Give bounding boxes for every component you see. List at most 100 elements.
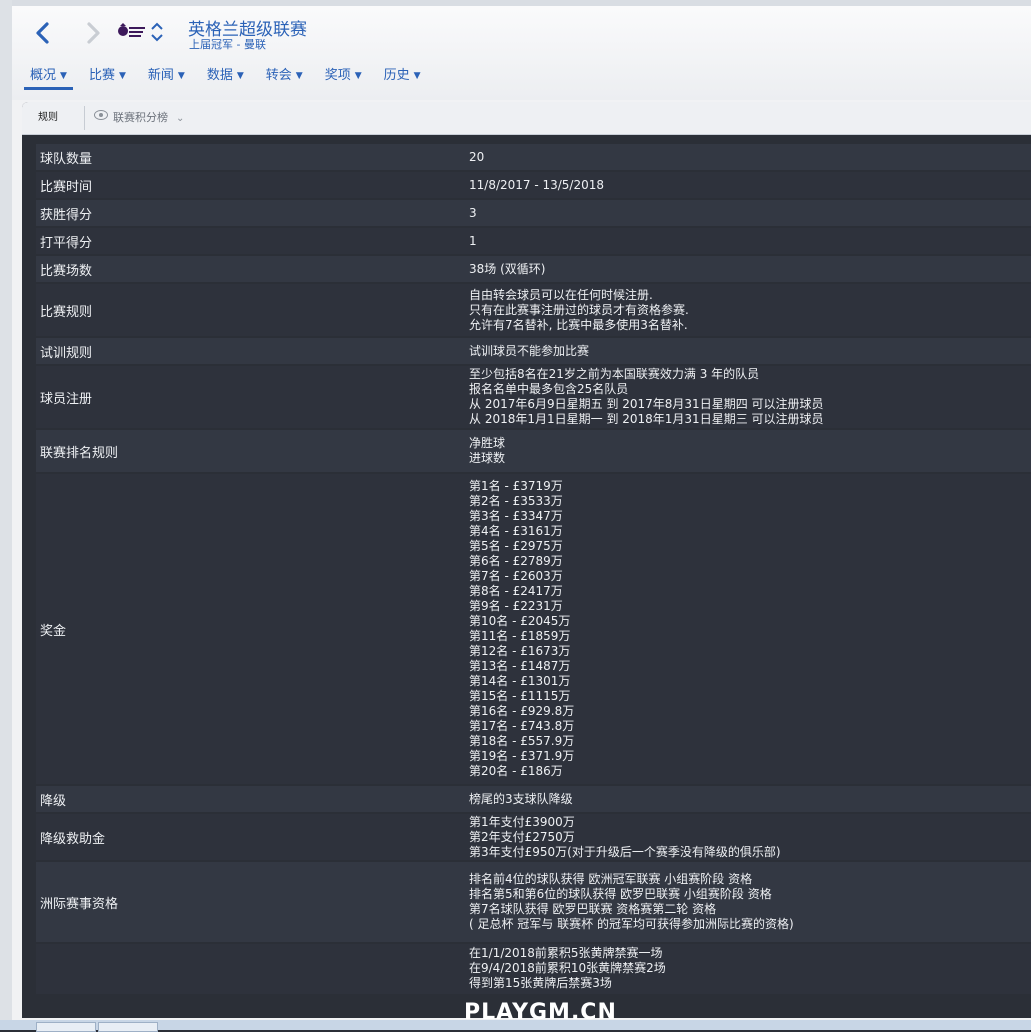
- tab-awards[interactable]: 奖项 ▼: [319, 66, 368, 90]
- rule-value: 至少包括8名在21岁之前为本国联赛效力满 3 年的队员 报名名单中最多包含25名队…: [465, 365, 1031, 429]
- rule-label: 球员注册: [40, 391, 93, 407]
- rule-row: 在1/1/2018前累积5张黄牌禁赛一场 在9/4/2018前累积10张黄牌禁赛2…: [36, 944, 1031, 994]
- rule-label: 洲际赛事资格: [40, 896, 119, 912]
- rule-label: 降级: [40, 793, 67, 809]
- rule-row: 球队数量 20: [36, 144, 1031, 170]
- rule-value-line: 第15名 - £1115万: [469, 689, 571, 703]
- taskbar-item[interactable]: [98, 1022, 158, 1032]
- rule-value-line: 第9名 - £2231万: [469, 599, 563, 613]
- chevron-down-icon: ▼: [413, 71, 421, 81]
- eye-icon: [94, 110, 108, 120]
- tab-bar: 概况 ▼ 比赛 ▼ 新闻 ▼ 数据 ▼ 转会 ▼ 奖项 ▼ 历史 ▼: [24, 66, 437, 92]
- rule-value: 38场 (双循环): [465, 260, 1031, 279]
- tab-matches[interactable]: 比赛 ▼: [83, 66, 132, 90]
- rule-value-line: 第12名 - £1673万: [469, 644, 571, 658]
- rule-value-line: 第8名 - £2417万: [469, 584, 563, 598]
- rule-value-line: 第16名 - £929.8万: [469, 704, 575, 718]
- forward-button[interactable]: [80, 18, 106, 48]
- rule-row: 联赛排名规则 净胜球 进球数: [36, 430, 1031, 472]
- rule-label: 奖金: [40, 623, 67, 639]
- rule-value-line: 3: [469, 205, 477, 220]
- rule-value-line: 第20名 - £186万: [469, 764, 563, 778]
- chevron-down-icon: ▼: [236, 71, 244, 81]
- rule-label: 获胜得分: [40, 207, 93, 223]
- tab-history[interactable]: 历史 ▼: [378, 66, 427, 90]
- rule-value-line: 第11名 - £1859万: [469, 629, 571, 643]
- rule-value-line: 自由转会球员可以在任何时候注册.: [469, 287, 653, 302]
- rule-value-line: 得到第15张黄牌后禁赛3场: [469, 976, 612, 990]
- tab-news[interactable]: 新闻 ▼: [142, 66, 191, 90]
- back-button[interactable]: [30, 18, 56, 48]
- rule-value-line: 第2名 - £3533万: [469, 494, 563, 508]
- rule-value-line: 排名第5和第6位的球队获得 欧罗巴联赛 小组赛阶段 资格: [469, 887, 772, 901]
- league-overview-window: 英格兰超级联赛 上届冠军 - 曼联 概况 ▼ 比赛 ▼ 新闻 ▼ 数据 ▼ 转会 ▼ 奖项…: [12, 0, 1031, 1020]
- taskbar-item[interactable]: [36, 1022, 96, 1032]
- rule-row: 降级救助金 第1年支付£3900万 第2年支付£2750万 第3年支付£950万(对于…: [36, 814, 1031, 860]
- rule-row: 球员注册 至少包括8名在21岁之前为本国联赛效力满 3 年的队员 报名名单中最多包含…: [36, 366, 1031, 428]
- rule-label: 打平得分: [40, 235, 93, 251]
- league-table-label: 联赛积分榜: [113, 111, 168, 124]
- rule-value-line: 11/8/2017 - 13/5/2018: [469, 177, 605, 192]
- previous-champion: 上届冠军 - 曼联: [189, 38, 266, 51]
- rule-value-line: 试训球员不能参加比赛: [469, 343, 590, 358]
- premier-league-logo: [116, 22, 148, 44]
- rule-label: 球队数量: [40, 151, 93, 167]
- chevron-down-icon: ▼: [177, 71, 185, 81]
- rule-value-line: 只有在此赛事注册过的球员才有资格参赛.: [469, 302, 689, 317]
- tab-label: 新闻: [147, 68, 174, 83]
- league-switcher[interactable]: [149, 20, 165, 44]
- rule-value-line: 第5名 - £2975万: [469, 539, 563, 553]
- rule-value: 第1年支付£3900万 第2年支付£2750万 第3年支付£950万(对于升级后一个…: [465, 813, 1031, 862]
- rule-value-line: 第14名 - £1301万: [469, 674, 571, 688]
- rule-value: 净胜球 进球数: [465, 434, 1031, 468]
- tab-label: 转会: [265, 68, 292, 83]
- rule-value-line: 进球数: [469, 451, 506, 465]
- rule-row: 打平得分 1: [36, 228, 1031, 254]
- rule-value-line: 榜尾的3支球队降级: [469, 791, 573, 806]
- chevron-down-icon: ▼: [354, 71, 362, 81]
- rule-value-line: 报名名单中最多包含25名队员: [469, 382, 629, 396]
- tab-label: 数据: [206, 68, 233, 83]
- rule-row: 获胜得分 3: [36, 200, 1031, 226]
- rule-value: 第1名 - £3719万 第2名 - £3533万 第3名 - £3347万 第4名 …: [465, 477, 1031, 781]
- rule-value-line: 在1/1/2018前累积5张黄牌禁赛一场: [469, 946, 663, 960]
- rule-value-line: 第17名 - £743.8万: [469, 719, 575, 733]
- rule-label: 比赛场数: [40, 263, 93, 279]
- rule-value-line: 第1年支付£3900万: [469, 814, 575, 829]
- header-bar: 英格兰超级联赛 上届冠军 - 曼联 概况 ▼ 比赛 ▼ 新闻 ▼ 数据 ▼ 转会 ▼ 奖项…: [12, 0, 1031, 100]
- rule-label: 试训规则: [40, 345, 93, 361]
- rule-row: 比赛规则 自由转会球员可以在任何时候注册. 只有在此赛事注册过的球员才有资格参赛. 允…: [36, 284, 1031, 336]
- rule-value-line: 第13名 - £1487万: [469, 659, 571, 673]
- chevron-right-icon: [87, 22, 100, 44]
- rule-value-line: 净胜球: [469, 436, 506, 450]
- tab-overview[interactable]: 概况 ▼: [24, 66, 73, 90]
- rule-value-line: 在9/4/2018前累积10张黄牌禁赛2场: [469, 961, 666, 975]
- rules-button[interactable]: 规则: [28, 107, 68, 129]
- rule-value-line: 20: [469, 149, 485, 164]
- rule-value: 自由转会球员可以在任何时候注册. 只有在此赛事注册过的球员才有资格参赛. 允许有7名…: [465, 286, 1031, 335]
- rule-value: 榜尾的3支球队降级: [465, 790, 1031, 809]
- title-strip: [12, 0, 1031, 6]
- league-table-dropdown[interactable]: 联赛积分榜 ⌄: [94, 108, 184, 128]
- tab-transfers[interactable]: 转会 ▼: [260, 66, 309, 90]
- panel-toolbar: 规则 联赛积分榜 ⌄: [22, 102, 1031, 135]
- rules-panel: 规则 联赛积分榜 ⌄ 球队数量 20 比赛时间 11/8/2017 - 13/5/201…: [22, 102, 1031, 1018]
- rule-value: 3: [465, 204, 1031, 223]
- rule-value-line: 从 2018年1月1日星期一 到 2018年1月31日星期三 可以注册球员: [469, 412, 824, 426]
- rule-value-line: 38场 (双循环): [469, 261, 546, 276]
- rule-value-line: 第2年支付£2750万: [469, 829, 575, 844]
- rule-label: 联赛排名规则: [40, 445, 119, 461]
- rule-value-line: 第1名 - £3719万: [469, 479, 563, 493]
- rule-row: 试训规则 试训球员不能参加比赛: [36, 338, 1031, 364]
- toolbar-divider: [84, 106, 85, 130]
- rule-value-line: 第3名 - £3347万: [469, 509, 563, 523]
- rule-value-line: 排名前4位的球队获得 欧洲冠军联赛 小组赛阶段 资格: [469, 872, 753, 886]
- tab-label: 概况: [30, 68, 57, 83]
- tab-stats[interactable]: 数据 ▼: [201, 66, 250, 90]
- rule-value: 排名前4位的球队获得 欧洲冠军联赛 小组赛阶段 资格 排名第5和第6位的球队获得 …: [465, 870, 1031, 934]
- rule-value-line: 第7名球队获得 欧罗巴联赛 资格赛第二轮 资格: [469, 902, 717, 916]
- rule-row: 洲际赛事资格 排名前4位的球队获得 欧洲冠军联赛 小组赛阶段 资格 排名第5和第6位…: [36, 862, 1031, 942]
- rule-value-line: 允许有7名替补, 比赛中最多使用3名替补.: [469, 317, 688, 332]
- rule-value-line: 第19名 - £371.9万: [469, 749, 575, 763]
- up-down-chevron-icon: [151, 22, 163, 42]
